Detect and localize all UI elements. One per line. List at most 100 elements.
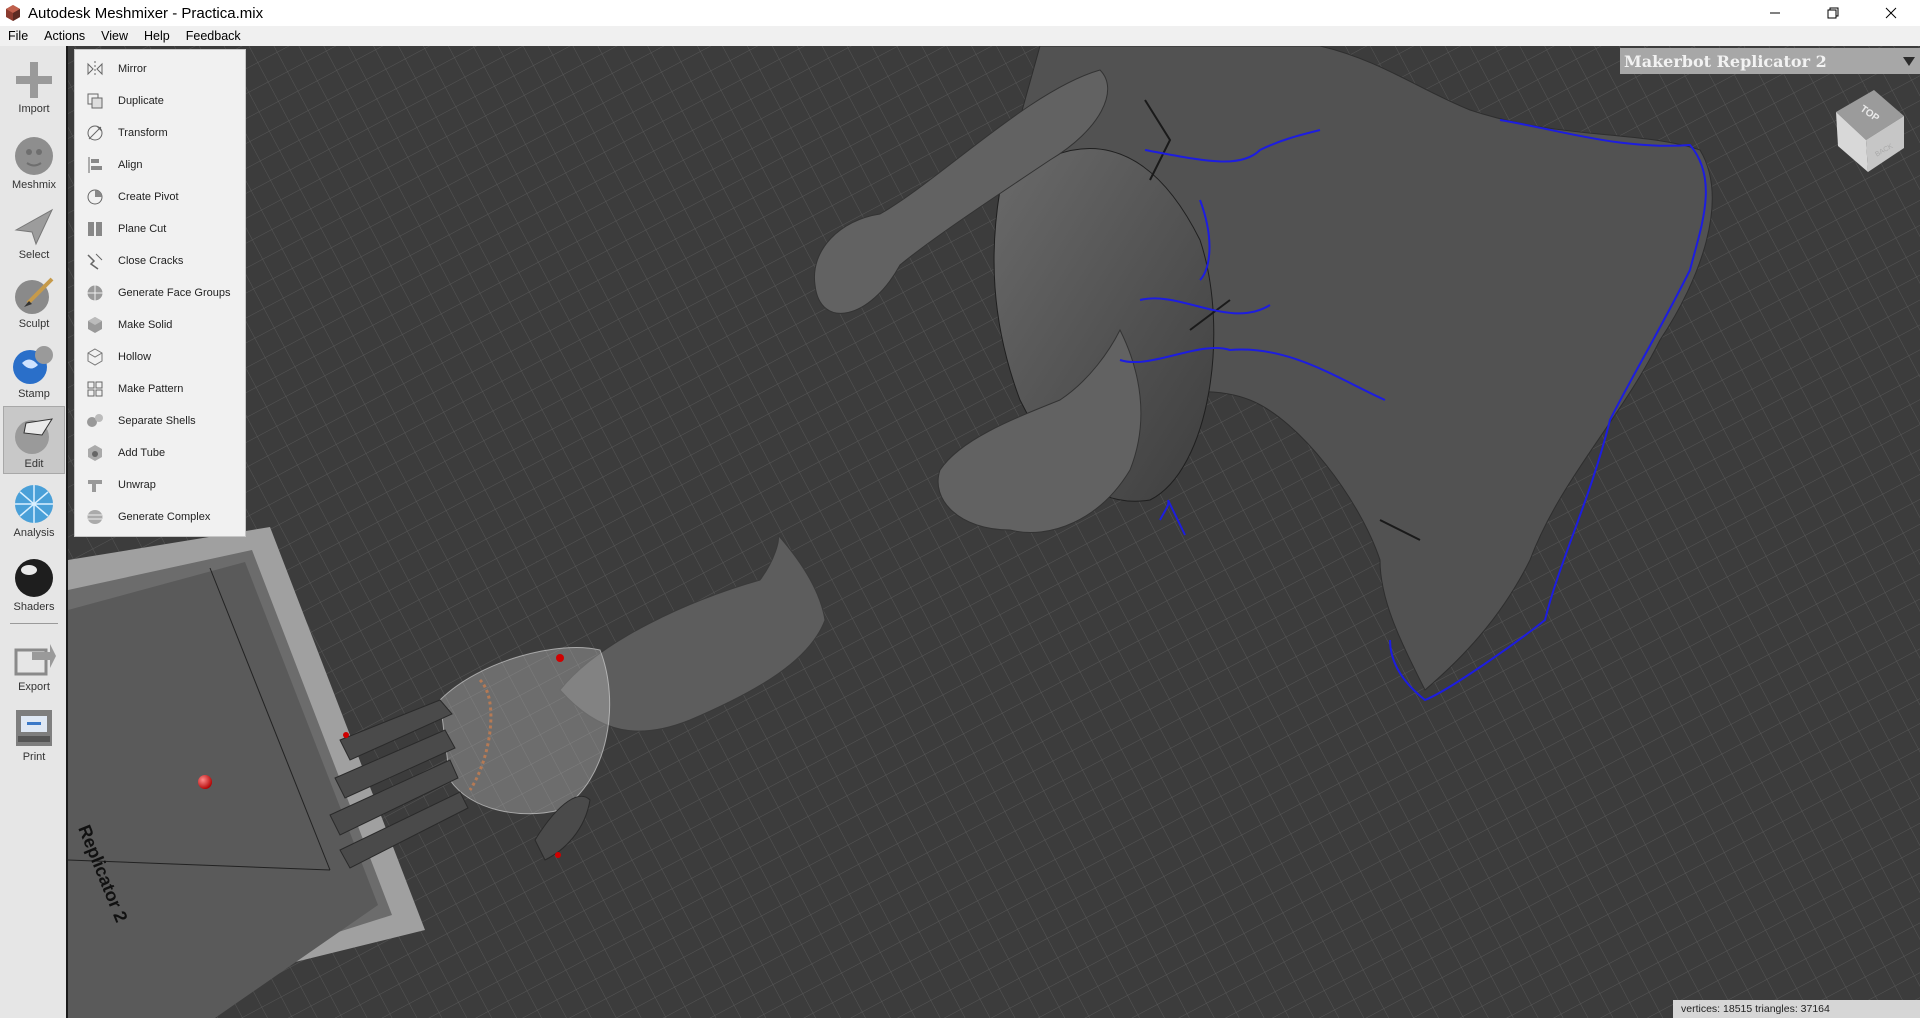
edit-item-label: Make Solid bbox=[118, 319, 173, 331]
menu-view[interactable]: View bbox=[93, 29, 136, 43]
edit-transform[interactable]: Transform bbox=[75, 117, 245, 149]
close-cracks-icon bbox=[87, 253, 103, 270]
edit-unwrap[interactable]: Unwrap bbox=[75, 469, 245, 501]
edit-item-label: Close Cracks bbox=[118, 255, 184, 267]
edit-plane-cut[interactable]: Plane Cut bbox=[75, 213, 245, 245]
window-title: Autodesk Meshmixer - Practica.mix bbox=[28, 4, 264, 22]
edit-item-label: Create Pivot bbox=[118, 191, 179, 203]
printer-icon bbox=[16, 710, 52, 746]
edit-make-solid[interactable]: Make Solid bbox=[75, 309, 245, 341]
edit-item-label: Separate Shells bbox=[118, 415, 196, 427]
scene-canvas: Replicator 2 bbox=[68, 46, 1920, 1018]
edit-item-label: Add Tube bbox=[118, 447, 166, 459]
tool-label: Import bbox=[18, 103, 50, 115]
edit-item-label: Unwrap bbox=[118, 479, 156, 491]
menu-feedback[interactable]: Feedback bbox=[178, 29, 249, 43]
view-cube[interactable]: TOP BACK bbox=[1828, 84, 1908, 174]
add-tube-icon bbox=[88, 445, 102, 461]
align-icon bbox=[88, 157, 102, 173]
restore-icon bbox=[1827, 7, 1839, 19]
unwrap-icon bbox=[88, 480, 102, 492]
tool-export[interactable]: Export bbox=[3, 630, 65, 698]
tool-select[interactable]: Select bbox=[3, 198, 65, 266]
tool-shaders[interactable]: Shaders bbox=[3, 550, 65, 618]
edit-item-label: Align bbox=[118, 159, 143, 171]
face-groups-icon bbox=[87, 285, 103, 301]
tool-import[interactable]: Import bbox=[3, 52, 65, 120]
edit-hollow[interactable]: Hollow bbox=[75, 341, 245, 373]
3d-viewport[interactable]: Replicator 2 bbox=[68, 46, 1920, 1018]
separate-shells-icon bbox=[87, 414, 103, 427]
edit-mirror[interactable]: Mirror bbox=[75, 53, 245, 85]
edit-close-cracks[interactable]: Close Cracks bbox=[75, 245, 245, 277]
mesh-stats-status: vertices: 18515 triangles: 37164 bbox=[1673, 1000, 1920, 1018]
edit-item-label: Transform bbox=[118, 127, 168, 139]
mirror-icon bbox=[87, 61, 103, 77]
printer-name: Makerbot Replicator 2 bbox=[1624, 51, 1827, 71]
edit-make-pattern[interactable]: Make Pattern bbox=[75, 373, 245, 405]
tool-stamp[interactable]: Stamp bbox=[3, 337, 65, 405]
printer-select[interactable]: Makerbot Replicator 2 bbox=[1620, 48, 1920, 74]
edit-add-tube[interactable]: Add Tube bbox=[75, 437, 245, 469]
edit-duplicate[interactable]: Duplicate bbox=[75, 85, 245, 117]
plus-icon bbox=[16, 62, 52, 98]
tool-label: Print bbox=[22, 751, 46, 763]
stamp-sphere-icon bbox=[13, 346, 53, 384]
chevron-down-icon bbox=[1903, 57, 1915, 66]
make-solid-icon bbox=[88, 317, 102, 333]
tool-label: Select bbox=[18, 249, 50, 261]
edit-separate-shells[interactable]: Separate Shells bbox=[75, 405, 245, 437]
edit-item-label: Generate Complex bbox=[118, 511, 211, 523]
edit-create-pivot[interactable]: Create Pivot bbox=[75, 181, 245, 213]
mesh-sphere-icon bbox=[15, 485, 53, 523]
tool-label: Stamp bbox=[18, 388, 50, 400]
brush-sphere-icon bbox=[15, 277, 54, 314]
tool-label: Export bbox=[18, 681, 50, 693]
export-icon bbox=[14, 644, 56, 676]
bust-icon bbox=[15, 137, 53, 175]
close-icon bbox=[1885, 7, 1897, 19]
edit-item-label: Plane Cut bbox=[118, 223, 167, 235]
edit-item-label: Duplicate bbox=[118, 95, 164, 107]
tool-meshmix[interactable]: Meshmix bbox=[3, 128, 65, 196]
plane-cut-icon bbox=[88, 222, 102, 236]
tool-label: Analysis bbox=[13, 527, 55, 539]
pivot-marker bbox=[198, 775, 212, 789]
edit-generate-face-groups[interactable]: Generate Face Groups bbox=[75, 277, 245, 309]
tool-sculpt[interactable]: Sculpt bbox=[3, 267, 65, 335]
edit-align[interactable]: Align bbox=[75, 149, 245, 181]
menu-bar: File Actions View Help Feedback bbox=[0, 26, 1920, 46]
tool-analysis[interactable]: Analysis bbox=[3, 476, 65, 544]
tool-label: Sculpt bbox=[18, 318, 50, 330]
left-toolbar: Import Meshmix Select Sculpt Stamp Edit … bbox=[0, 46, 68, 1018]
complex-icon bbox=[87, 510, 103, 524]
tool-label: Edit bbox=[24, 458, 44, 470]
tool-label: Meshmix bbox=[11, 179, 56, 191]
tool-edit[interactable]: Edit bbox=[3, 406, 65, 474]
pivot-icon bbox=[87, 189, 103, 205]
pattern-icon bbox=[87, 381, 103, 397]
edit-menu-panel: Mirror Duplicate Transform Align Create … bbox=[74, 49, 246, 537]
tool-print[interactable]: Print bbox=[3, 700, 65, 768]
tool-label: Shaders bbox=[13, 601, 55, 613]
transform-icon bbox=[87, 125, 103, 141]
toolbar-divider bbox=[10, 623, 58, 624]
shader-ball-icon bbox=[15, 559, 53, 597]
arrow-pointer-icon bbox=[14, 208, 54, 246]
edit-item-label: Mirror bbox=[118, 63, 147, 75]
edit-generate-complex[interactable]: Generate Complex bbox=[75, 501, 245, 533]
title-bar: Autodesk Meshmixer - Practica.mix bbox=[0, 0, 1920, 26]
hollow-icon bbox=[87, 348, 103, 366]
edit-item-label: Hollow bbox=[118, 351, 152, 363]
minimize-icon bbox=[1770, 12, 1780, 14]
edit-item-label: Make Pattern bbox=[118, 383, 184, 395]
minimize-button[interactable] bbox=[1746, 0, 1804, 26]
close-button[interactable] bbox=[1862, 0, 1920, 26]
restore-button[interactable] bbox=[1804, 0, 1862, 26]
menu-help[interactable]: Help bbox=[136, 29, 178, 43]
edit-sphere-icon bbox=[15, 418, 54, 454]
menu-file[interactable]: File bbox=[0, 29, 36, 43]
meshmixer-logo-icon bbox=[6, 5, 20, 21]
duplicate-icon bbox=[87, 93, 103, 109]
menu-actions[interactable]: Actions bbox=[36, 29, 93, 43]
